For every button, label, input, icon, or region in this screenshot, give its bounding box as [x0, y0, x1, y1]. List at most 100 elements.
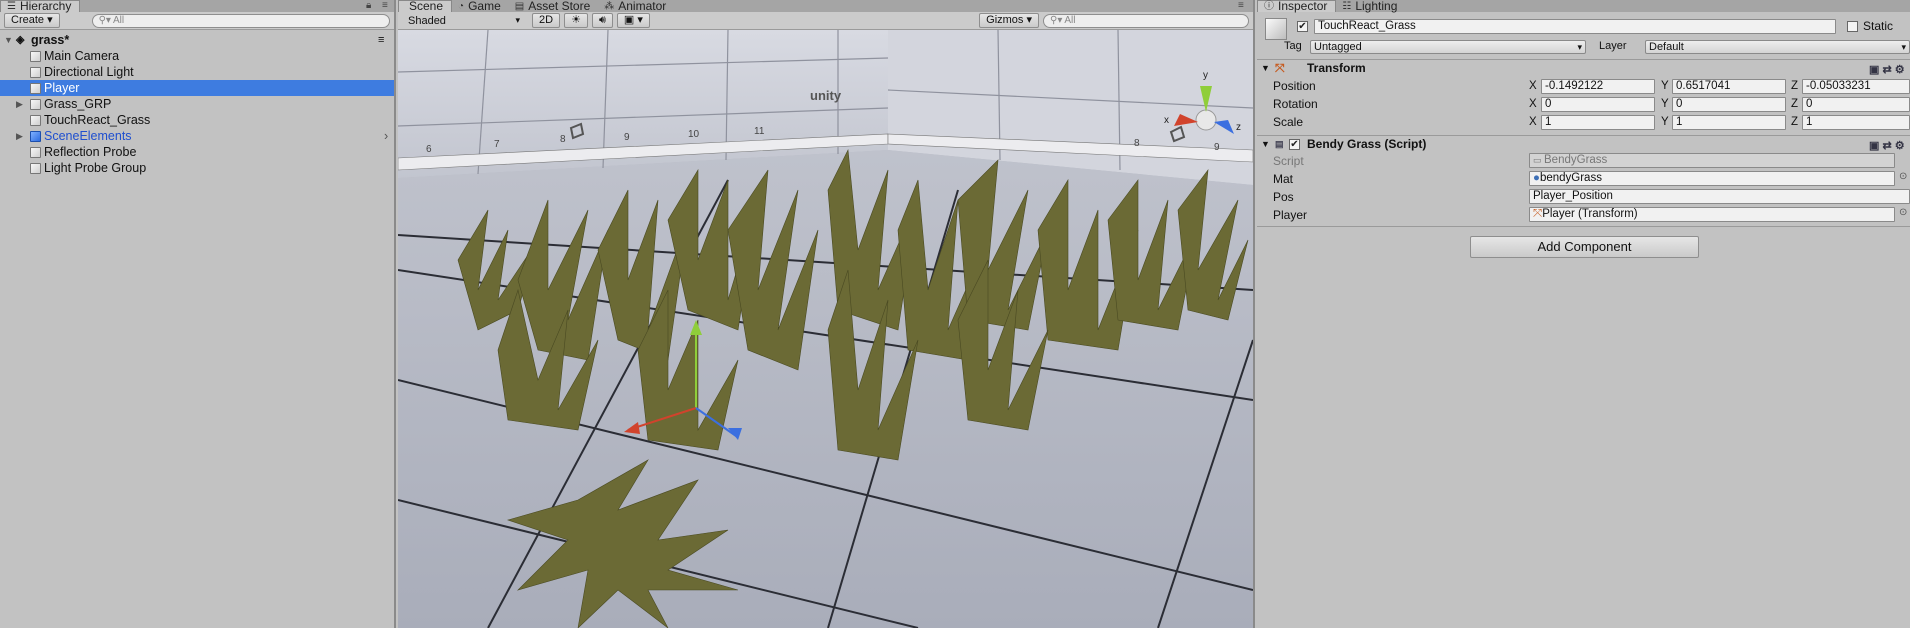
- x-label: X: [1529, 116, 1537, 128]
- scale-x-field[interactable]: 1: [1541, 115, 1655, 130]
- bendy-grass-component-header[interactable]: ▼ ▤ ✔ Bendy Grass (Script) ▣ ⇄ ⚙: [1257, 135, 1910, 153]
- tab-scene[interactable]: Scene: [398, 0, 453, 12]
- hierarchy-item-reflection-probe[interactable]: Reflection Probe: [0, 144, 394, 160]
- object-picker-icon[interactable]: ⊙: [1899, 171, 1907, 182]
- gizmos-dropdown[interactable]: Gizmos ▾: [979, 13, 1039, 28]
- chevron-right-icon[interactable]: ›: [384, 128, 388, 144]
- store-icon: ▤: [514, 0, 525, 12]
- panel-menu-icon[interactable]: ≡: [1238, 0, 1244, 11]
- scene-menu-icon[interactable]: ≡: [378, 32, 384, 48]
- transform-icon: ⤧: [1275, 61, 1285, 75]
- lighting-toggle-button[interactable]: ☀: [564, 13, 588, 28]
- hierarchy-item-touchreact-grass[interactable]: TouchReact_Grass: [0, 112, 394, 128]
- hierarchy-item-grass-grp[interactable]: ▶ Grass_GRP: [0, 96, 394, 112]
- gameobject-icon: [30, 147, 41, 158]
- 2d-toggle-button[interactable]: 2D: [532, 13, 561, 28]
- z-label: Z: [1791, 116, 1799, 128]
- component-enabled-checkbox[interactable]: ✔: [1289, 139, 1300, 150]
- effects-dropdown-button[interactable]: ▣ ▾: [616, 13, 650, 28]
- search-icon: ⚲▾: [98, 15, 111, 26]
- hierarchy-tabbar: ☰ Hierarchy 🔒︎ ≡: [0, 0, 394, 12]
- hierarchy-item-player[interactable]: Player: [0, 80, 394, 96]
- x-label: X: [1529, 80, 1537, 92]
- ruler-number: 6: [426, 144, 432, 155]
- ruler-number: 10: [688, 129, 700, 140]
- shading-mode-dropdown[interactable]: Shaded ▾: [402, 15, 524, 27]
- expand-arrow-icon[interactable]: ▶: [16, 128, 23, 144]
- hierarchy-item-directional-light[interactable]: Directional Light: [0, 64, 394, 80]
- layer-dropdown[interactable]: Default: [1645, 40, 1910, 54]
- scene-search-input[interactable]: ⚲▾ All: [1043, 13, 1249, 28]
- expand-arrow-icon[interactable]: ▼: [4, 32, 13, 48]
- y-label: Y: [1661, 98, 1669, 110]
- panel-menu-icon[interactable]: ≡: [382, 0, 388, 11]
- mat-label: Mat: [1273, 172, 1294, 186]
- create-button[interactable]: Create ▾: [4, 13, 60, 28]
- hierarchy-toolbar: Create ▾ ⚲▾ All: [0, 12, 394, 30]
- object-name-field[interactable]: TouchReact_Grass: [1314, 19, 1836, 34]
- expand-arrow-icon[interactable]: ▶: [16, 96, 23, 112]
- active-checkbox[interactable]: ✔: [1297, 21, 1308, 32]
- hierarchy-item-sceneelements[interactable]: ▶ SceneElements ›: [0, 128, 394, 144]
- scene-tabbar: Scene ◔ Game ▤ Asset Store ⁂ Animator ≡: [398, 0, 1253, 12]
- tab-hierarchy[interactable]: ☰ Hierarchy: [0, 0, 81, 12]
- collapse-arrow-icon[interactable]: ▼: [1261, 60, 1270, 77]
- layer-label: Layer: [1599, 40, 1627, 52]
- hierarchy-item-light-probe-group[interactable]: Light Probe Group: [0, 160, 394, 176]
- gameobject-large-icon: [1265, 18, 1287, 40]
- rotation-y-field[interactable]: 0: [1672, 97, 1786, 112]
- x-label: X: [1529, 98, 1537, 110]
- scene-viewport[interactable]: 6 7 8 9 10 11 8 9 unity y x z: [398, 30, 1253, 628]
- transform-icon: ⤧: [1533, 208, 1543, 220]
- ruler-number: 11: [754, 126, 765, 137]
- gameobject-icon: [30, 51, 41, 62]
- scale-y-field[interactable]: 1: [1672, 115, 1786, 130]
- gameobject-icon: [30, 67, 41, 78]
- tab-animator[interactable]: ⁂ Animator: [598, 0, 674, 12]
- tab-game[interactable]: ◔ Game: [452, 0, 509, 12]
- material-icon: ●: [1533, 172, 1540, 184]
- ruler-number: 8: [560, 134, 566, 145]
- lighting-icon: ☷: [1342, 0, 1352, 12]
- gizmo-z-label: z: [1236, 122, 1241, 133]
- animator-icon: ⁂: [604, 0, 615, 12]
- hierarchy-search-input[interactable]: ⚲▾ All: [91, 13, 390, 28]
- add-component-button[interactable]: Add Component: [1470, 236, 1699, 258]
- prefab-icon: [30, 131, 41, 142]
- scale-z-field[interactable]: 1: [1802, 115, 1910, 130]
- player-field[interactable]: ⤧Player (Transform): [1529, 207, 1895, 222]
- position-z-field[interactable]: -0.05033231: [1802, 79, 1910, 94]
- scene-toolbar: Shaded ▾ 2D ☀ 🔊︎ ▣ ▾ Gizmos ▾ ⚲▾ All: [398, 12, 1253, 30]
- tab-inspector[interactable]: ⓘ Inspector: [1257, 0, 1337, 12]
- tab-asset-store[interactable]: ▤ Asset Store: [509, 0, 598, 12]
- component-settings-icons[interactable]: ▣ ⇄ ⚙: [1869, 62, 1905, 79]
- gizmo-y-label: y: [1203, 70, 1208, 81]
- tag-dropdown[interactable]: Untagged: [1310, 40, 1586, 54]
- position-y-field[interactable]: 0.6517041: [1672, 79, 1786, 94]
- script-file-icon: ▭: [1533, 155, 1545, 165]
- gameobject-icon: [30, 115, 41, 126]
- gameobject-icon: [30, 99, 41, 110]
- unity-wall-text: unity: [810, 88, 842, 103]
- collapse-arrow-icon[interactable]: ▼: [1261, 136, 1270, 153]
- audio-toggle-button[interactable]: 🔊︎: [591, 13, 613, 28]
- rotation-label: Rotation: [1273, 97, 1318, 111]
- pos-field[interactable]: Player_Position: [1529, 189, 1910, 204]
- mat-field[interactable]: ●bendyGrass: [1529, 171, 1895, 186]
- transform-component-header[interactable]: ▼ ⤧ Transform ▣ ⇄ ⚙: [1257, 59, 1910, 77]
- scene-root[interactable]: ▼ ◈ grass* ≡: [0, 32, 394, 48]
- list-icon: ☰: [7, 1, 16, 12]
- scene-render[interactable]: 6 7 8 9 10 11 8 9 unity y x z: [398, 30, 1253, 628]
- rotation-x-field[interactable]: 0: [1541, 97, 1655, 112]
- lock-icon[interactable]: 🔒︎: [366, 0, 371, 11]
- static-checkbox[interactable]: [1847, 21, 1858, 32]
- rotation-z-field[interactable]: 0: [1802, 97, 1910, 112]
- hierarchy-item-main-camera[interactable]: Main Camera: [0, 48, 394, 64]
- gameobject-icon: [30, 83, 41, 94]
- object-picker-icon[interactable]: ⊙: [1899, 207, 1907, 218]
- tab-lighting[interactable]: ☷ Lighting: [1336, 0, 1405, 12]
- y-label: Y: [1661, 116, 1669, 128]
- pos-label: Pos: [1273, 190, 1294, 204]
- position-x-field[interactable]: -0.1492122: [1541, 79, 1655, 94]
- pacman-icon: ◔: [458, 0, 465, 12]
